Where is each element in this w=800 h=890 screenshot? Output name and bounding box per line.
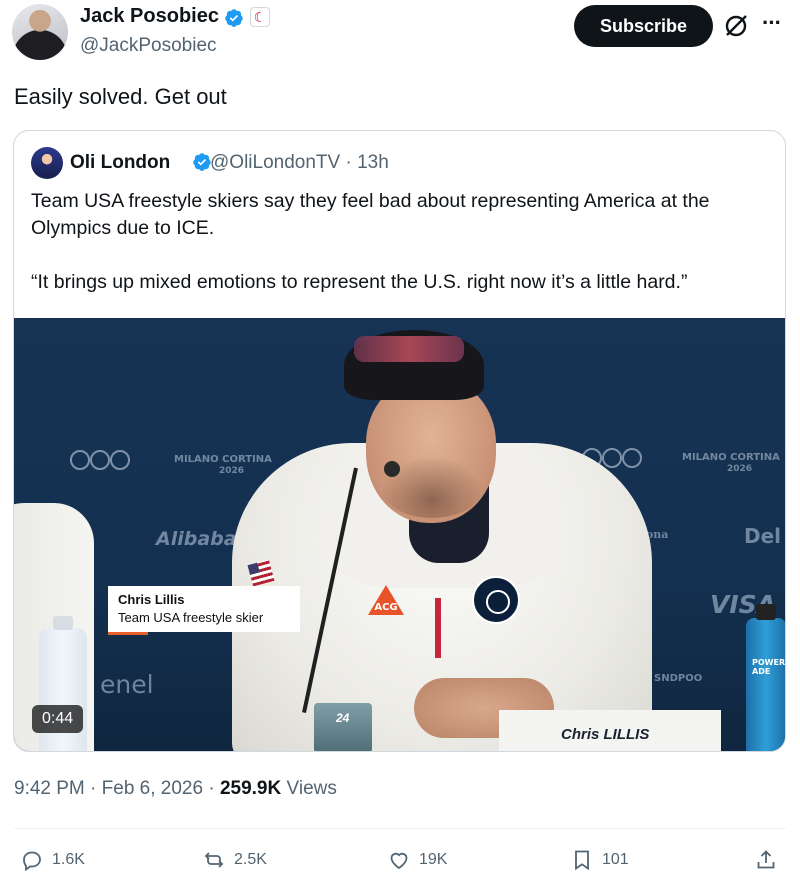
subscribe-button[interactable]: Subscribe: [574, 5, 713, 47]
water-bottle: [39, 616, 87, 751]
reply-count: 1.6K: [52, 851, 85, 868]
speaker-goggles: [354, 336, 464, 362]
share-button[interactable]: [754, 846, 778, 874]
quoted-tweet[interactable]: Oli London @OliLondonTV · 13h Team USA f…: [13, 130, 786, 752]
quoted-author-avatar[interactable]: [31, 147, 63, 179]
quoted-author-name[interactable]: Oli London: [70, 152, 170, 174]
repost-icon: [204, 852, 224, 868]
microphone-head: [384, 461, 400, 477]
video-duration-badge: 0:44: [32, 705, 84, 733]
quoted-text-paragraph: Team USA freestyle skiers say they feel …: [31, 190, 710, 239]
backdrop-alibaba: Alibaba: [156, 528, 237, 550]
tweet-timestamp[interactable]: 9:42 PM · Feb 6, 2026 ·: [14, 778, 220, 799]
olympic-rings-logo: [70, 450, 132, 480]
lower-third-caption: Chris Lillis Team USA freestyle skier: [108, 586, 300, 635]
repost-button[interactable]: 2.5K: [202, 846, 267, 874]
backdrop-milano-cortina: MILANO CORTINA: [682, 452, 780, 463]
like-button[interactable]: 19K: [387, 846, 447, 874]
verified-badge-icon: [225, 9, 243, 27]
affiliation-badge-icon[interactable]: ☾: [250, 7, 270, 27]
quoted-text-paragraph: “It brings up mixed emotions to represen…: [31, 271, 688, 293]
reply-icon: [23, 851, 41, 872]
speaker-nameplate: Chris LILLIS: [499, 710, 721, 751]
bookmark-button[interactable]: 101: [570, 846, 629, 874]
powerade-bottle: [746, 604, 785, 751]
backdrop-enel: enel: [100, 670, 154, 699]
quoted-text: Team USA freestyle skiers say they feel …: [31, 188, 771, 296]
backdrop-delta: Del: [744, 524, 782, 548]
author-avatar[interactable]: [12, 4, 68, 60]
bookmark-icon: [575, 850, 589, 871]
bookmark-count: 101: [602, 851, 629, 868]
divider: [14, 828, 786, 829]
acg-logo: ACG: [368, 585, 404, 615]
powerade-label: POWER ADE: [752, 658, 786, 676]
tweet-text: Easily solved. Get out: [14, 84, 227, 109]
author-name[interactable]: Jack Posobiec: [80, 5, 219, 28]
more-icon[interactable]: ···: [762, 10, 782, 36]
tweet-meta: 9:42 PM · Feb 6, 2026 · 259.9K Views: [14, 778, 337, 800]
like-count: 19K: [419, 851, 448, 868]
microphone-base-mark: 24: [336, 711, 350, 725]
repost-count: 2.5K: [234, 851, 267, 868]
backdrop-snapdragon: SNDPOO: [654, 673, 703, 684]
backdrop-milano-cortina: MILANO CORTINA: [174, 454, 272, 465]
nameplate-text: Chris LILLIS: [561, 726, 650, 743]
backdrop-year: 2026: [727, 464, 753, 474]
video-player[interactable]: MILANO CORTINA 2026 MILANO CORTINA 2026 …: [14, 318, 786, 751]
share-icon: [757, 850, 775, 869]
backdrop-year: 2026: [219, 466, 245, 476]
svg-text:ACG: ACG: [374, 602, 397, 613]
verified-badge-icon: [193, 153, 211, 171]
lower-third-name: Chris Lillis: [118, 592, 185, 607]
views-count: 259.9K: [219, 778, 282, 799]
author-handle[interactable]: @JackPosobiec: [80, 35, 217, 57]
quoted-handle-time: @OliLondonTV · 13h: [210, 152, 389, 173]
jacket-zipper: [435, 598, 441, 658]
heart-icon: [390, 852, 408, 870]
views-label: Views: [281, 778, 337, 799]
team-usa-olympic-patch: [472, 576, 520, 624]
grok-icon[interactable]: [722, 12, 750, 40]
reply-button[interactable]: 1.6K: [20, 846, 85, 874]
lower-third-title: Team USA freestyle skier: [118, 610, 264, 625]
